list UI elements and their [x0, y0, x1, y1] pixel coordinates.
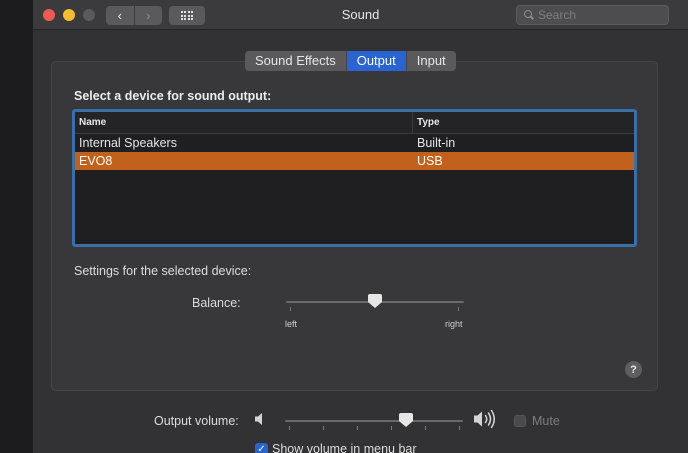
volume-tick [357, 426, 358, 430]
help-button[interactable]: ? [625, 361, 642, 378]
output-device-table[interactable]: Name Type Internal Speakers Built-in EVO… [72, 109, 637, 247]
tab-sound-effects[interactable]: Sound Effects [245, 51, 347, 71]
mute-checkbox[interactable] [514, 415, 526, 427]
output-panel: Select a device for sound output: Name T… [51, 61, 658, 391]
speaker-low-icon [255, 413, 262, 425]
device-list-heading: Select a device for sound output: [74, 89, 272, 103]
volume-tick [425, 426, 426, 430]
output-volume-label: Output volume: [154, 414, 239, 428]
window-toolbar: ‹ › Sound Search [33, 0, 688, 30]
show-volume-in-menu-bar-label: Show volume in menu bar [272, 442, 417, 453]
tab-bar: Sound Effects Output Input [245, 51, 456, 71]
tab-output[interactable]: Output [346, 51, 407, 71]
device-type: Built-in [417, 136, 456, 150]
balance-tick-left [290, 307, 291, 311]
balance-tick-right [458, 307, 459, 311]
device-settings-label: Settings for the selected device: [74, 264, 252, 278]
balance-label: Balance: [192, 296, 241, 310]
tab-input[interactable]: Input [407, 51, 456, 71]
show-volume-in-menu-bar-checkbox[interactable]: ✓ [255, 443, 268, 453]
checkmark-icon: ✓ [257, 444, 266, 453]
search-icon [524, 10, 534, 20]
column-header-name[interactable]: Name [75, 112, 413, 133]
speaker-high-icon [474, 409, 495, 429]
volume-tick [459, 426, 460, 430]
mute-label: Mute [532, 414, 560, 428]
sound-preferences-window: ‹ › Sound Search Sound Effects Output In… [33, 0, 688, 453]
volume-tick [289, 426, 290, 430]
balance-right-label: right [445, 319, 463, 329]
volume-tick [323, 426, 324, 430]
device-type: USB [417, 154, 443, 168]
table-header: Name Type [75, 112, 634, 134]
device-name: EVO8 [79, 154, 113, 168]
device-row-evo8[interactable]: EVO8 USB [75, 152, 634, 170]
device-name: Internal Speakers [79, 136, 177, 150]
search-field[interactable]: Search [516, 5, 669, 25]
column-header-type[interactable]: Type [413, 112, 634, 133]
volume-tick [391, 426, 392, 430]
device-row-internal-speakers[interactable]: Internal Speakers Built-in [75, 134, 634, 152]
balance-left-label: left [285, 319, 298, 329]
search-placeholder: Search [538, 8, 577, 22]
output-volume-slider[interactable] [285, 420, 463, 422]
